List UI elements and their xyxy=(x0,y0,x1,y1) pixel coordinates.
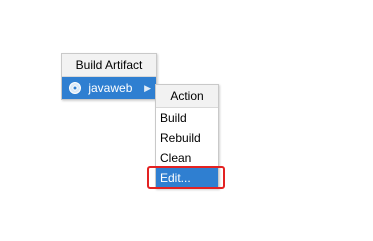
action-submenu: Action Build Rebuild Clean Edit... xyxy=(155,84,219,189)
menu-item-javaweb[interactable]: javaweb ▶ xyxy=(62,77,156,99)
artifact-icon xyxy=(68,80,82,94)
menu-item-rebuild[interactable]: Rebuild xyxy=(156,128,218,148)
menu-item-build[interactable]: Build xyxy=(156,108,218,128)
menu-item-edit[interactable]: Edit... xyxy=(156,168,218,188)
menu-item-javaweb-label: javaweb xyxy=(88,81,133,95)
build-artifact-title: Build Artifact xyxy=(62,54,156,77)
action-submenu-title: Action xyxy=(156,85,218,108)
build-artifact-menu: Build Artifact javaweb ▶ xyxy=(61,53,157,100)
submenu-arrow-icon: ▶ xyxy=(144,83,151,93)
menu-item-clean[interactable]: Clean xyxy=(156,148,218,168)
